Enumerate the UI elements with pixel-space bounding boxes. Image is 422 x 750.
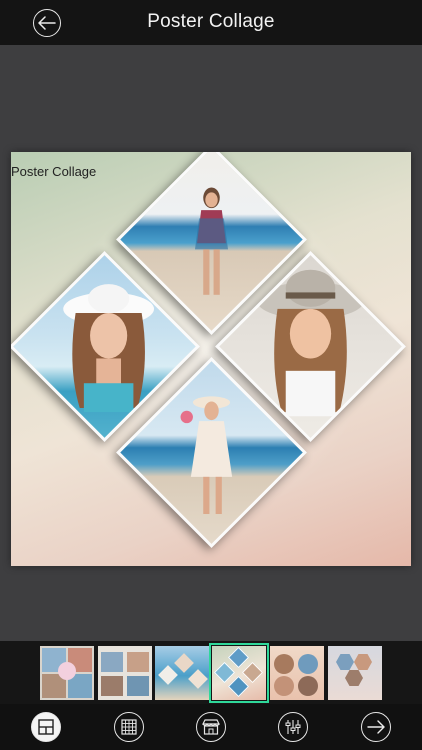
layout-grid-icon: [38, 719, 54, 735]
template-thumb-4[interactable]: [209, 643, 269, 703]
template-thumb-3[interactable]: [155, 646, 209, 700]
template-thumb-2[interactable]: [98, 646, 152, 700]
adjust-button[interactable]: [278, 712, 308, 742]
sticker-shop-icon: [202, 719, 220, 735]
workspace: Poster Collage: [0, 45, 422, 641]
next-button[interactable]: [361, 712, 391, 742]
pattern-grid-icon: [121, 719, 137, 735]
pattern-button[interactable]: [114, 712, 144, 742]
sliders-adjust-icon: [285, 720, 301, 734]
arrow-right-icon: [367, 720, 385, 734]
layout-button[interactable]: [31, 712, 61, 742]
template-thumb-6[interactable]: [328, 646, 382, 700]
top-bar: Poster Collage: [0, 0, 422, 45]
template-strip: [0, 641, 422, 704]
template-thumb-1[interactable]: [40, 646, 94, 700]
collage-canvas[interactable]: Poster Collage: [11, 152, 411, 566]
poster-label[interactable]: Poster Collage: [11, 164, 96, 179]
page-title: Poster Collage: [147, 11, 275, 32]
sticker-button[interactable]: [196, 712, 226, 742]
bottom-toolbar: [0, 704, 422, 750]
template-thumb-5[interactable]: [270, 646, 324, 700]
